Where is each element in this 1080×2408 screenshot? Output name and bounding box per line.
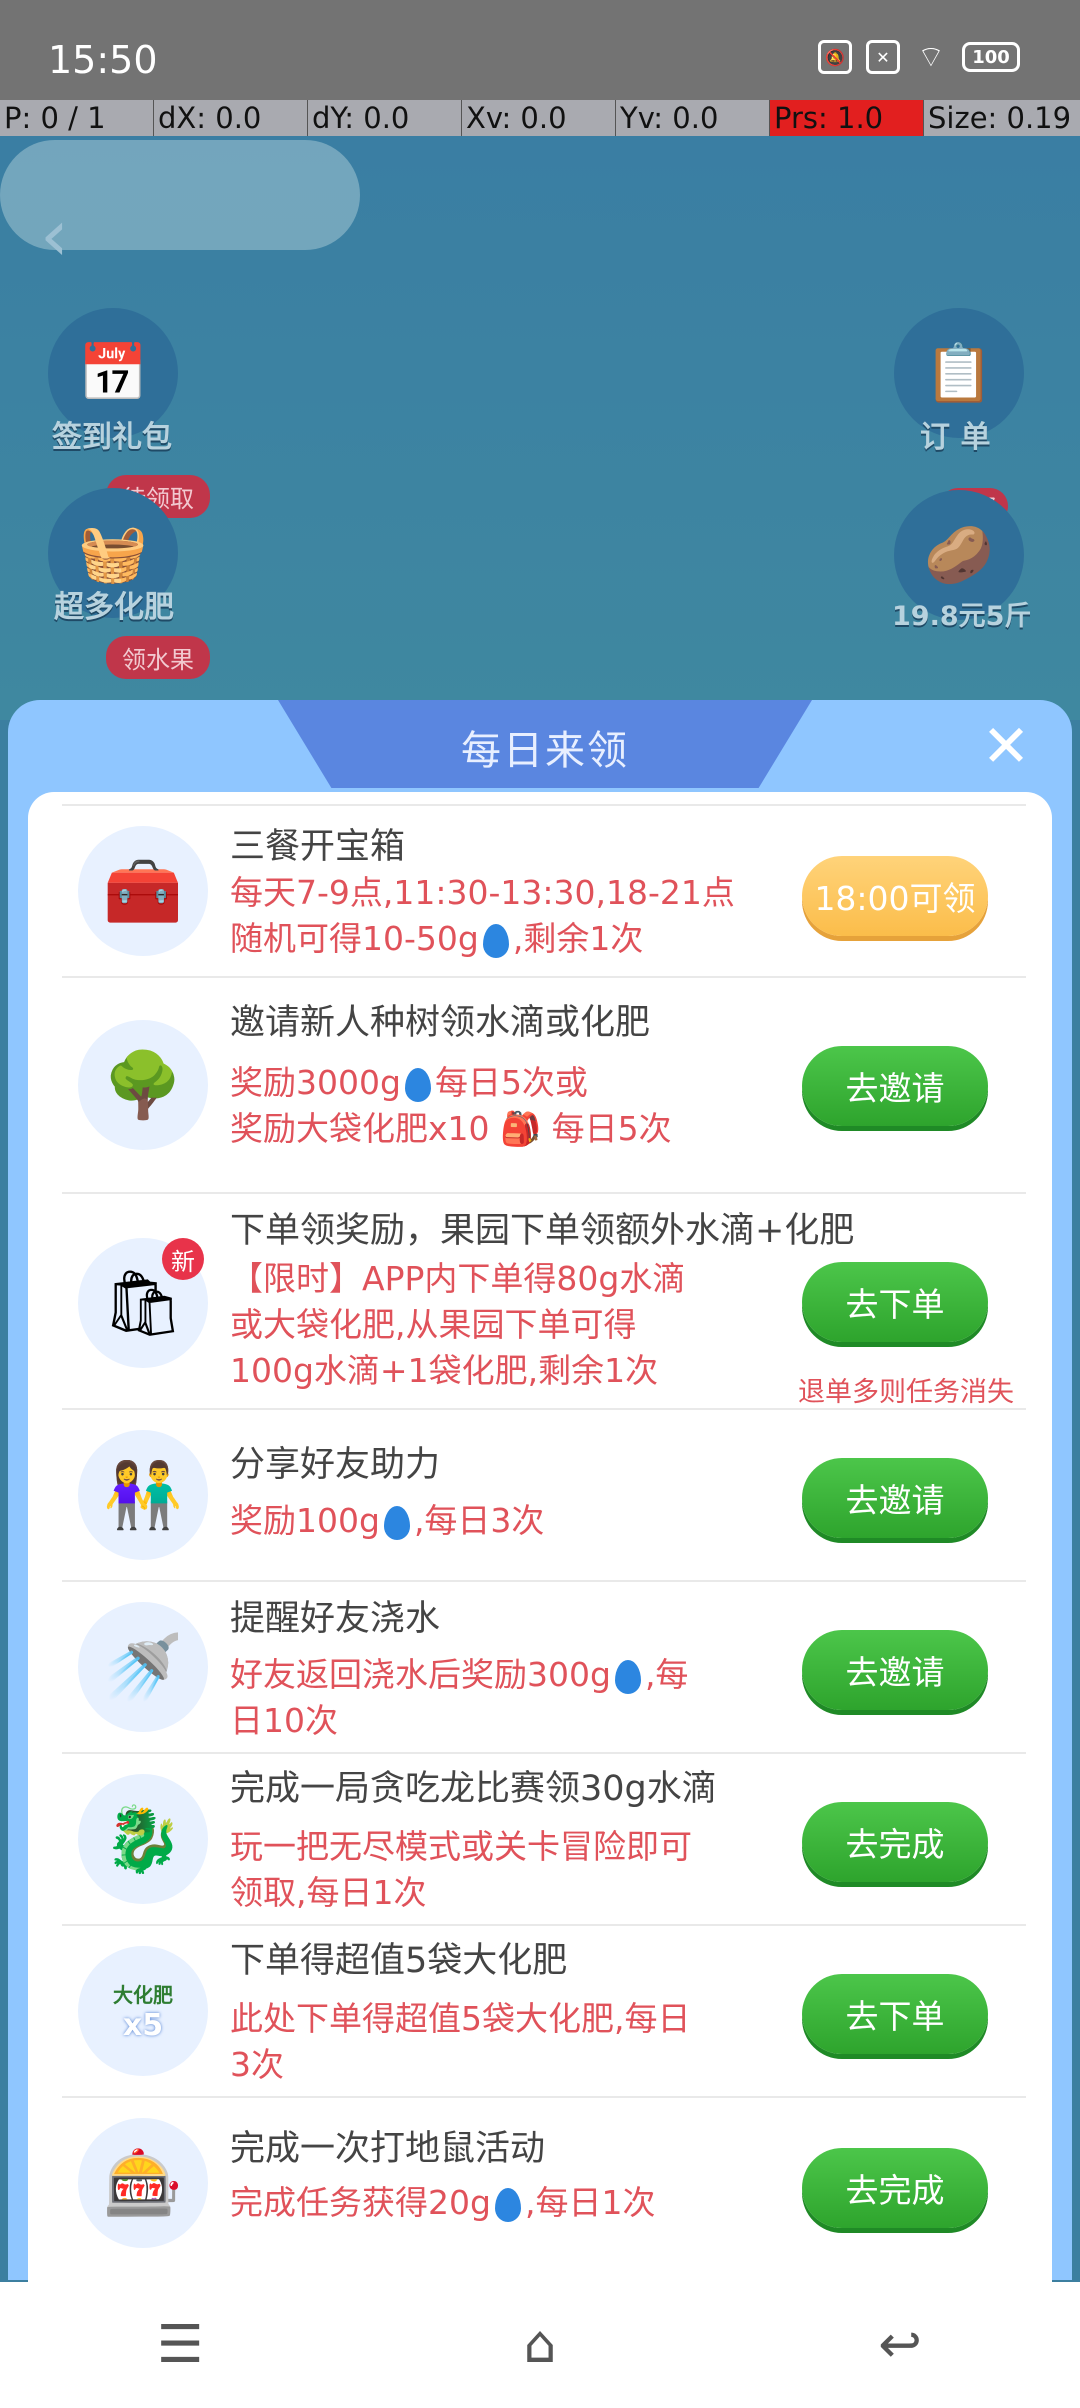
task-title: 提醒好友浇水: [230, 1599, 441, 1639]
close-icon[interactable]: ✕: [978, 717, 1034, 775]
water-drop-icon: [614, 1659, 641, 1694]
invite-button[interactable]: 去邀请: [802, 1046, 988, 1126]
task-desc: 每天7-9点,11:30-13:30,18-21点 随机可得10-50g ,剩余1…: [230, 873, 735, 958]
pointer-debug-overlay: P: 0 / 1 dX: 0.0 dY: 0.0 Xv: 0.0 Yv: 0.0…: [0, 100, 1080, 136]
sim-off-icon: ✕: [866, 40, 900, 74]
invite-button[interactable]: 去邀请: [802, 1458, 988, 1538]
task-title: 下单领奖励，果园下单领额外水滴+化肥: [230, 1211, 855, 1251]
water-drop-icon: [482, 923, 509, 958]
task-desc: 好友返回浇水后奖励300g ,每 日10次: [230, 1655, 689, 1740]
fertilizer-label: 超多化肥: [54, 590, 174, 625]
debug-pointer: P: 0 / 1: [0, 100, 154, 136]
task-desc: 【限时】APP内下单得80g水滴 或大袋化肥,从果园下单可得 100g水滴+1袋…: [230, 1259, 686, 1390]
signin-gift-label: 签到礼包: [52, 420, 172, 455]
task-title: 完成一次打地鼠活动: [230, 2129, 546, 2169]
task-desc: 奖励3000g 每日5次或 奖励大袋化肥x10 🎒 每日5次: [230, 1063, 672, 1148]
place-order-button[interactable]: 去下单: [802, 1974, 988, 2054]
tree-icon: 🌳: [78, 1020, 208, 1150]
water-drop-icon: [494, 2187, 521, 2222]
task-row: 🎰 完成一次打地鼠活动 完成任务获得20g ,每日1次 去完成: [62, 2096, 1026, 2276]
task-desc: 玩一把无尽模式或关卡冒险即可 领取,每日1次: [230, 1827, 692, 1912]
back-arrow-icon[interactable]: ‹: [40, 199, 90, 271]
task-row: 🐉 完成一局贪吃龙比赛领30g水滴 玩一把无尽模式或关卡冒险即可 领取,每日1次…: [62, 1752, 1026, 1924]
menu-icon[interactable]: ☰: [135, 2310, 225, 2380]
modal-title: 每日来领: [461, 728, 629, 774]
complete-button[interactable]: 去完成: [802, 2148, 988, 2228]
debug-xv: Xv: 0.0: [462, 100, 616, 136]
wifi-icon: ⌔: [916, 40, 946, 75]
daily-tasks-modal: 每日来领 ✕ 🧰 三餐开宝箱 每天7-9点,11:30-13:30,18-21点…: [8, 700, 1072, 2292]
complete-button[interactable]: 去完成: [802, 1802, 988, 1882]
debug-dy: dY: 0.0: [308, 100, 462, 136]
system-nav-bar: ☰ ⌂ ↩: [0, 2282, 1080, 2408]
task-desc: 奖励100g ,每日3次: [230, 1501, 545, 1540]
status-bar: 15:50 🔕 ✕ ⌔ 100: [0, 0, 1080, 100]
status-time: 15:50: [48, 38, 158, 82]
collect-fruit-badge[interactable]: 领水果: [106, 636, 210, 679]
product-price-label: 19.8元5斤: [892, 601, 1032, 632]
treasure-chest-icon: 🧰: [78, 826, 208, 956]
task-title: 下单得超值5袋大化肥: [230, 1941, 568, 1981]
fertilizer-bag-icon: 大化肥 x5: [78, 1946, 208, 2076]
place-order-button[interactable]: 去下单: [802, 1262, 988, 1342]
orders-label: 订 单: [920, 420, 991, 455]
status-icons: 🔕 ✕ ⌔ 100: [818, 40, 1020, 75]
available-at-button[interactable]: 18:00可领: [802, 856, 988, 936]
watering-can-icon: 🚿: [78, 1602, 208, 1732]
task-title: 完成一局贪吃龙比赛领30g水滴: [230, 1769, 717, 1809]
task-list: 🧰 三餐开宝箱 每天7-9点,11:30-13:30,18-21点 随机可得10…: [28, 792, 1052, 2292]
friends-icon: 👫: [78, 1430, 208, 1560]
task-title: 三餐开宝箱: [230, 827, 406, 867]
battery-icon: 100: [962, 42, 1020, 72]
task-title: 分享好友助力: [230, 1445, 441, 1485]
water-drop-icon: [383, 1505, 410, 1540]
snake-dragon-icon: 🐉: [78, 1774, 208, 1904]
debug-dx: dX: 0.0: [154, 100, 308, 136]
refund-warning-note: 退单多则任务消失: [798, 1377, 1014, 1408]
task-row: 👫 分享好友助力 奖励100g ,每日3次 去邀请: [62, 1408, 1026, 1580]
task-row: 大化肥 x5 下单得超值5袋大化肥 此处下单得超值5袋大化肥,每日 3次 去下单: [62, 1924, 1026, 2096]
fertilizer-bag-icon: 🎒: [500, 1109, 542, 1148]
task-row: 🛍 新 下单领奖励，果园下单领额外水滴+化肥 【限时】APP内下单得80g水滴 …: [62, 1192, 1026, 1408]
debug-size: Size: 0.19: [928, 101, 1072, 135]
invite-button[interactable]: 去邀请: [802, 1630, 988, 1710]
back-icon[interactable]: ↩: [855, 2310, 945, 2380]
bell-off-icon: 🔕: [818, 40, 852, 74]
debug-yv: Yv: 0.0: [616, 100, 770, 136]
task-row: 🌳 邀请新人种树领水滴或化肥 奖励3000g 每日5次或 奖励大袋化肥x10 🎒 …: [62, 976, 1026, 1192]
home-icon[interactable]: ⌂: [495, 2310, 585, 2380]
new-badge: 新: [162, 1238, 204, 1280]
task-row: 🧰 三餐开宝箱 每天7-9点,11:30-13:30,18-21点 随机可得10…: [62, 804, 1026, 976]
task-desc: 完成任务获得20g ,每日1次: [230, 2183, 656, 2222]
water-drop-icon: [404, 1067, 431, 1102]
task-desc: 此处下单得超值5袋大化肥,每日 3次: [230, 1999, 691, 2084]
task-title: 邀请新人种树领水滴或化肥: [230, 1003, 651, 1043]
task-row: 🚿 提醒好友浇水 好友返回浇水后奖励300g ,每 日10次 去邀请: [62, 1580, 1026, 1752]
debug-pressure: Prs: 1.0: [770, 100, 924, 136]
slot-machine-icon: 🎰: [78, 2118, 208, 2248]
